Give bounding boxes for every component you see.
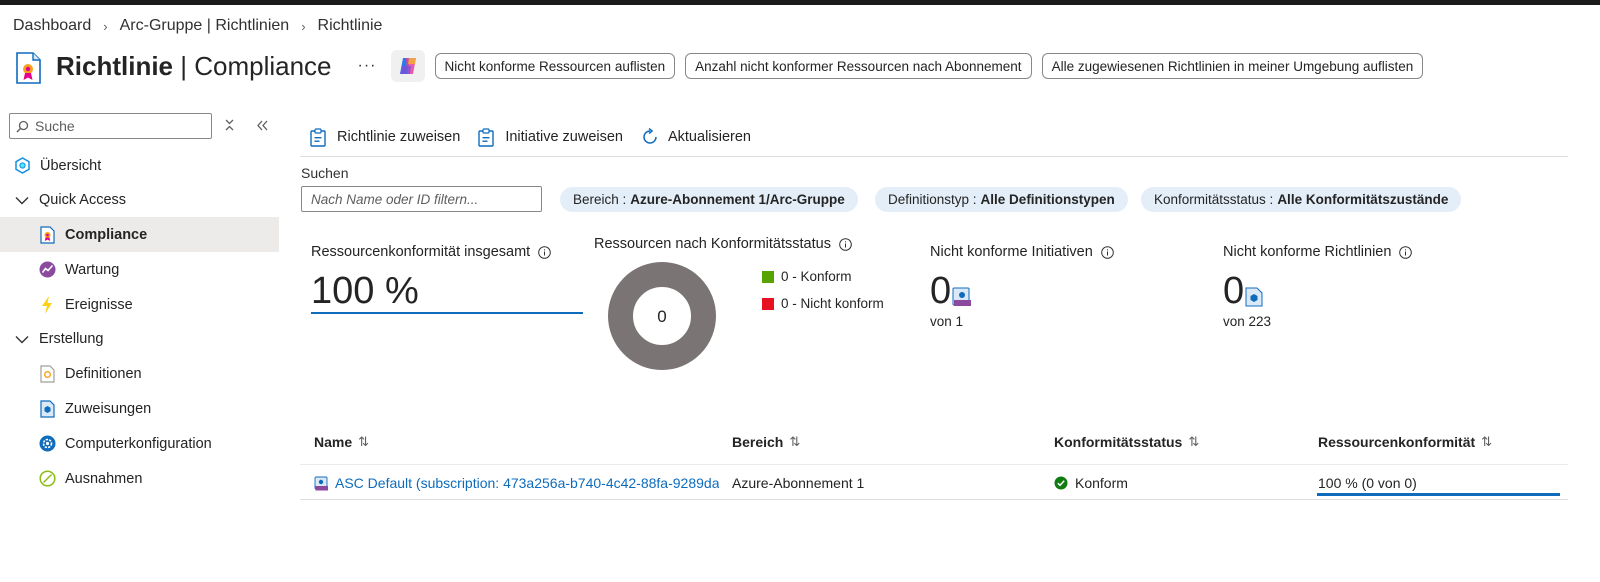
copilot-icon [399, 58, 416, 74]
assign-initiative-button[interactable]: Initiative zuweisen [478, 128, 623, 147]
events-icon [38, 295, 56, 314]
breadcrumb: Dashboard › Arc-Gruppe | Richtlinien › R… [13, 16, 382, 36]
sidebar-item-definitions[interactable]: Definitionen [0, 356, 279, 391]
clipboard-icon [478, 128, 496, 147]
policy-page-icon [14, 52, 42, 84]
search-icon [16, 120, 29, 132]
assignments-icon [38, 399, 56, 418]
overall-compliance-value: 100 % [311, 270, 419, 312]
sort-icon[interactable]: ⇅ [789, 434, 800, 450]
collapse-sidebar-icon[interactable] [256, 118, 268, 134]
breadcrumb-policy[interactable]: Richtlinie [318, 17, 383, 35]
overall-compliance-title: Ressourcenkonformität insgesamt [311, 244, 552, 260]
table-row-name-link[interactable]: ASC Default (subscription: 473a256a-b740… [314, 475, 719, 491]
chevron-down-icon [15, 196, 29, 205]
initiative-icon [314, 476, 329, 491]
column-header-scope[interactable]: Bereich ⇅ [732, 434, 800, 450]
info-icon[interactable] [538, 245, 552, 259]
donut-center-value: 0 [657, 307, 666, 326]
list-noncompliant-resources-chip[interactable]: Nicht konforme Ressourcen auflisten [434, 53, 676, 79]
list-assigned-policies-chip[interactable]: Alle zugewiesenen Richtlinien in meiner … [1041, 53, 1424, 79]
noncompliant-initiatives-value: 0 [930, 270, 972, 313]
sidebar-item-events[interactable]: Ereignisse [0, 287, 279, 322]
info-icon[interactable] [1100, 245, 1114, 259]
info-icon[interactable] [839, 237, 852, 251]
sidebar-item-compliance[interactable]: Compliance [0, 217, 279, 252]
resources-by-status-title: Ressourcen nach Konformitätsstatus [594, 236, 852, 252]
sidebar-search[interactable] [9, 113, 212, 139]
main-content: Richtlinie zuweisen Initiative zuweisen … [300, 118, 1600, 582]
sidebar-item-overview[interactable]: Übersicht [0, 148, 279, 183]
column-header-name[interactable]: Name ⇅ [314, 434, 369, 450]
top-bar [0, 0, 1600, 5]
page-header: Richtlinie | Compliance ··· Nicht konfor… [14, 44, 1424, 88]
sidebar-search-input[interactable] [35, 118, 205, 134]
table-row-divider [300, 499, 1568, 500]
definitions-icon [38, 364, 56, 383]
filter-name-id-input[interactable] [301, 186, 542, 212]
table-row-scope: Azure-Abonnement 1 [732, 475, 865, 491]
breadcrumb-separator: › [103, 18, 108, 34]
sidebar-item-assignments[interactable]: Zuweisungen [0, 391, 279, 426]
breadcrumb-separator: › [301, 18, 306, 34]
sidebar-item-exemptions[interactable]: Ausnahmen [0, 461, 279, 496]
column-header-resource-compliance[interactable]: Ressourcenkonformität ⇅ [1318, 434, 1492, 450]
copilot-button[interactable] [390, 50, 425, 82]
sidebar-item-maintenance[interactable]: Wartung [0, 252, 279, 287]
compliance-icon [38, 225, 56, 244]
sidebar-group-quick-access[interactable]: Quick Access [0, 183, 279, 217]
sort-icon[interactable]: ⇅ [358, 434, 369, 450]
policy-definition-icon [1245, 287, 1265, 307]
noncompliant-policies-value: 0 [1223, 270, 1265, 313]
sidebar-nav: Übersicht Quick Access Compliance Wartun… [0, 148, 279, 496]
table-row-status: Konform [1054, 475, 1128, 491]
clipboard-icon [310, 128, 328, 147]
check-circle-icon [1054, 476, 1069, 491]
initiative-icon [952, 287, 972, 307]
legend-noncompliant: 0 - Nicht konform [762, 296, 884, 311]
table-header-divider [300, 464, 1568, 465]
toolbar-divider [300, 156, 1568, 157]
chevron-down-icon [15, 335, 29, 344]
noncompliant-policies-total: von 223 [1223, 314, 1272, 329]
breadcrumb-dashboard[interactable]: Dashboard [13, 17, 91, 35]
assign-policy-button[interactable]: Richtlinie zuweisen [310, 128, 460, 147]
filter-label: Suchen [301, 165, 349, 181]
noncompliant-policies-title: Nicht konforme Richtlinien [1223, 244, 1413, 260]
legend-swatch-green [762, 270, 774, 283]
count-noncompliant-by-subscription-chip[interactable]: Anzahl nicht konformer Ressourcen nach A… [685, 53, 1032, 79]
refresh-button[interactable]: Aktualisieren [641, 128, 751, 146]
sidebar-group-creation[interactable]: Erstellung [0, 322, 279, 356]
info-icon[interactable] [1399, 245, 1413, 259]
scope-filter-pill[interactable]: Bereich : Azure-Abonnement 1/Arc-Gruppe [560, 187, 858, 212]
sort-icon[interactable]: ⇅ [1481, 434, 1492, 450]
machine-config-icon [38, 435, 56, 453]
noncompliant-initiatives-title: Nicht konforme Initiativen [930, 244, 1114, 260]
maintenance-icon [38, 261, 56, 279]
collapse-all-icon[interactable] [224, 118, 235, 134]
legend-compliant: 0 - Konform [762, 269, 852, 284]
breadcrumb-arc-group[interactable]: Arc-Gruppe | Richtlinien [120, 17, 290, 35]
command-bar: Richtlinie zuweisen Initiative zuweisen … [310, 126, 769, 148]
column-header-compliance-status[interactable]: Konformitätsstatus ⇅ [1054, 434, 1199, 450]
noncompliant-initiatives-total: von 1 [930, 314, 964, 329]
compliance-donut-chart: 0 [608, 262, 716, 370]
definition-type-filter-pill[interactable]: Definitionstyp : Alle Definitionstypen [875, 187, 1128, 212]
more-options-button[interactable]: ··· [358, 57, 377, 75]
legend-swatch-red [762, 297, 774, 310]
overview-icon [13, 157, 31, 175]
sidebar-item-machine-configuration[interactable]: Computerkonfiguration [0, 426, 279, 461]
exemptions-icon [38, 470, 56, 488]
sort-icon[interactable]: ⇅ [1188, 434, 1199, 450]
page-title: Richtlinie | Compliance [56, 50, 332, 81]
table-row-compliance: 100 % (0 von 0) [1318, 475, 1417, 491]
compliance-status-filter-pill[interactable]: Konformitätsstatus : Alle Konformitätszus… [1141, 187, 1462, 212]
overall-compliance-underline [311, 312, 583, 314]
refresh-icon [641, 128, 659, 146]
compliance-progress-bar [1317, 493, 1560, 496]
